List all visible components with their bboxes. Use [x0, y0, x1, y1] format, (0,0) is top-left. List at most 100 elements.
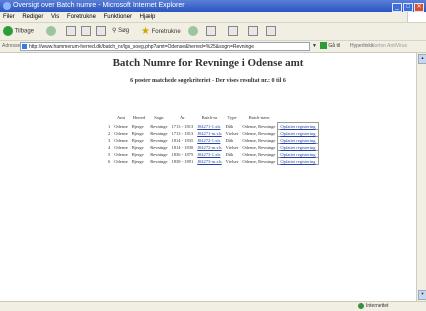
back-label: Tilbage [14, 28, 35, 35]
window-title: Oversigt over Batch numre - Microsoft In… [13, 2, 185, 9]
maximize-button[interactable]: □ [403, 3, 413, 12]
toolbar: Tilbage ⚲ Søg ★ Foretrukne [0, 23, 426, 41]
column-header-amt: Amt [116, 115, 125, 121]
mail-icon [228, 26, 238, 36]
cell-batch-navn: Odense, Revninge [242, 158, 276, 164]
menu-funktioner[interactable]: Funktioner [104, 14, 132, 20]
menu-rediger[interactable]: Rediger [22, 14, 43, 20]
address-input[interactable]: http://www.hammerum-herred.dk/batch_nr/l… [20, 42, 310, 51]
back-button[interactable]: Tilbage [3, 26, 34, 37]
norton-antivirus-button[interactable]: Norton AntiVirus [371, 41, 407, 52]
home-icon [96, 26, 106, 36]
table-row: 1 Odense Bjerge Revninge 1713 - 1813 J04… [106, 122, 319, 130]
cell-aar: 1836 - 1875 [171, 151, 194, 157]
history-button[interactable] [206, 26, 216, 37]
stop-button[interactable] [66, 26, 76, 37]
cell-amt: Odense [114, 144, 128, 150]
column-header-sogn: Sogn [154, 115, 164, 121]
column-header-batch-navn: Batch-navn [248, 115, 270, 121]
registration-link[interactable]: Opfattet registering [277, 143, 319, 151]
column-header-aar: År [180, 115, 185, 121]
table-header-row: Amt Herred Sogn År Batch-nr Type Batch-n… [106, 113, 318, 123]
registration-link[interactable]: Opfattet registering [277, 150, 319, 158]
menu-filer[interactable]: Filer [3, 14, 15, 20]
print-button[interactable] [248, 26, 258, 37]
cell-type: Dåb [225, 123, 234, 129]
search-label: Søg [118, 28, 130, 34]
cell-amt: Odense [114, 158, 128, 164]
favorites-button[interactable]: ★ Foretrukne [141, 26, 181, 37]
forward-button[interactable] [46, 26, 56, 37]
batch-nr-link[interactable]: J04272-1.xls [195, 137, 223, 144]
edit-icon [266, 26, 276, 36]
batch-nr-link[interactable]: J04271-1.xls [195, 123, 223, 130]
edit-button[interactable] [266, 26, 276, 37]
batch-nr-link[interactable]: J04271-m.xls [195, 130, 223, 137]
page-title: Batch Numre for Revninge i Odense amt [112, 57, 304, 69]
stop-icon [66, 26, 76, 36]
minimize-button[interactable]: _ [392, 3, 402, 12]
zone-label: Internettet [366, 303, 389, 309]
column-header-herred: Herred [132, 115, 146, 121]
address-url: http://www.hammerum-herred.dk/batch_nr/l… [29, 44, 254, 50]
search-icon: ⚲ [112, 28, 117, 34]
address-dropdown-icon[interactable]: ▼ [312, 44, 317, 49]
media-button[interactable] [188, 26, 198, 37]
cell-batch-navn: Odense, Revninge [242, 151, 276, 157]
table-row: 4 Odense Bjerge Revninge 1814 - 1830 J04… [106, 143, 319, 151]
registration-link[interactable]: Opfattet registering [277, 122, 319, 130]
vertical-scrollbar[interactable]: ▲ ▼ [416, 53, 426, 301]
menu-vis[interactable]: Vis [51, 14, 59, 20]
refresh-button[interactable] [81, 26, 91, 37]
window-controls: _ □ ✕ [391, 1, 424, 12]
mail-button[interactable] [228, 26, 238, 37]
cell-herred: Bjerge [131, 158, 144, 164]
links-button[interactable]: Hyperlinks [350, 41, 373, 52]
column-header-type: Type [227, 115, 237, 121]
print-icon [248, 26, 258, 36]
result-summary: 6 poster matchede søgekriteriet - Der vi… [130, 78, 286, 84]
table-row: 2 Odense Bjerge Revninge 1713 - 1813 J04… [106, 129, 319, 137]
go-button[interactable]: Gå til [320, 42, 342, 51]
table-row: 3 Odense Bjerge Revninge 1814 - 1835 J04… [106, 136, 319, 144]
table-row: 5 Odense Bjerge Revninge 1836 - 1875 J04… [106, 150, 319, 158]
windows-logo-icon [407, 12, 426, 22]
cell-herred: Bjerge [131, 137, 144, 143]
menu-foretrukne[interactable]: Foretrukne [67, 14, 96, 20]
cell-batch-navn: Odense, Revninge [242, 137, 276, 143]
cell-batch-navn: Odense, Revninge [242, 144, 276, 150]
menu-hjaelp[interactable]: Hjælp [140, 14, 156, 20]
cell-herred: Bjerge [131, 151, 144, 157]
batch-nr-link[interactable]: J04273-m.xls [195, 158, 223, 165]
cell-type: Vielser [225, 130, 239, 136]
favorites-label: Foretrukne [151, 29, 181, 36]
batch-nr-link[interactable]: J04273-1.xls [195, 151, 223, 158]
menu-bar: Filer Rediger Vis Foretrukne Funktioner … [0, 12, 426, 23]
registration-link[interactable]: Opfattet registering [277, 129, 319, 137]
cell-herred: Bjerge [131, 130, 144, 136]
scroll-up-icon[interactable]: ▲ [418, 54, 426, 64]
registration-link[interactable]: Opfattet registering [277, 136, 319, 144]
cell-sogn: Revninge [150, 123, 168, 129]
cell-type: Dåb [225, 151, 234, 157]
go-arrow-icon [320, 42, 327, 50]
search-button[interactable]: ⚲ Søg [112, 26, 129, 37]
home-button[interactable] [96, 26, 106, 37]
refresh-icon [81, 26, 91, 36]
scroll-down-icon[interactable]: ▼ [418, 290, 426, 300]
close-button[interactable]: ✕ [414, 3, 424, 12]
registration-link[interactable]: Opfattet registering [277, 157, 319, 165]
forward-arrow-icon [46, 26, 56, 36]
cell-type: Vielser [225, 144, 239, 150]
cell-aar: 1713 - 1813 [171, 130, 194, 136]
internet-explorer-icon [3, 2, 11, 10]
address-bar: Adresse http://www.hammerum-herred.dk/ba… [0, 41, 426, 53]
go-label: Gå til [328, 43, 341, 49]
cell-batch-navn: Odense, Revninge [242, 130, 276, 136]
cell-herred: Bjerge [131, 144, 144, 150]
page-icon [22, 44, 27, 49]
batch-nr-link[interactable]: J04272-m.xls [195, 144, 223, 151]
cell-aar: 1814 - 1830 [171, 144, 194, 150]
page-content: Batch Numre for Revninge i Odense amt 6 … [0, 53, 416, 301]
cell-sogn: Revninge [150, 144, 168, 150]
